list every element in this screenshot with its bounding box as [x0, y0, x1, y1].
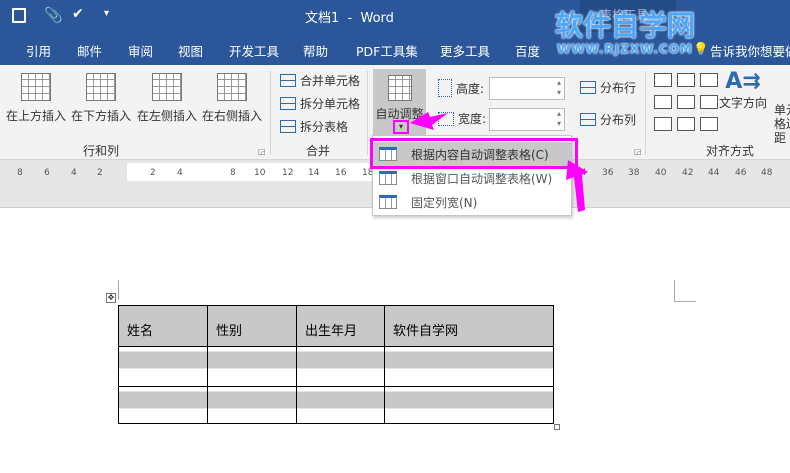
table-cell[interactable]: [118, 346, 208, 387]
table-cell[interactable]: 软件自学网: [384, 305, 554, 347]
table-row: [118, 386, 554, 424]
document-table[interactable]: 姓名 性别 出生年月 软件自学网: [118, 305, 554, 424]
table-cell[interactable]: [296, 346, 385, 387]
table-cell[interactable]: 性别: [207, 305, 297, 347]
margin-mark: [118, 280, 119, 300]
table-row: 姓名 性别 出生年月 软件自学网: [118, 305, 554, 347]
table-cell[interactable]: [207, 346, 297, 387]
table-cell[interactable]: [296, 386, 385, 424]
table-move-handle-icon[interactable]: ✥: [106, 293, 116, 303]
table-resize-handle[interactable]: [554, 424, 560, 430]
table-cell[interactable]: [384, 346, 554, 387]
table-cell[interactable]: 姓名: [118, 305, 208, 347]
table-row: [118, 346, 554, 387]
arrow-to-menu-item: [566, 160, 588, 212]
table-cell[interactable]: [384, 386, 554, 424]
margin-mark: [674, 280, 696, 302]
arrow-to-dropdown: [410, 112, 448, 130]
table-cell[interactable]: [118, 386, 208, 424]
table-cell[interactable]: 出生年月: [296, 305, 385, 347]
table-cell[interactable]: [207, 386, 297, 424]
